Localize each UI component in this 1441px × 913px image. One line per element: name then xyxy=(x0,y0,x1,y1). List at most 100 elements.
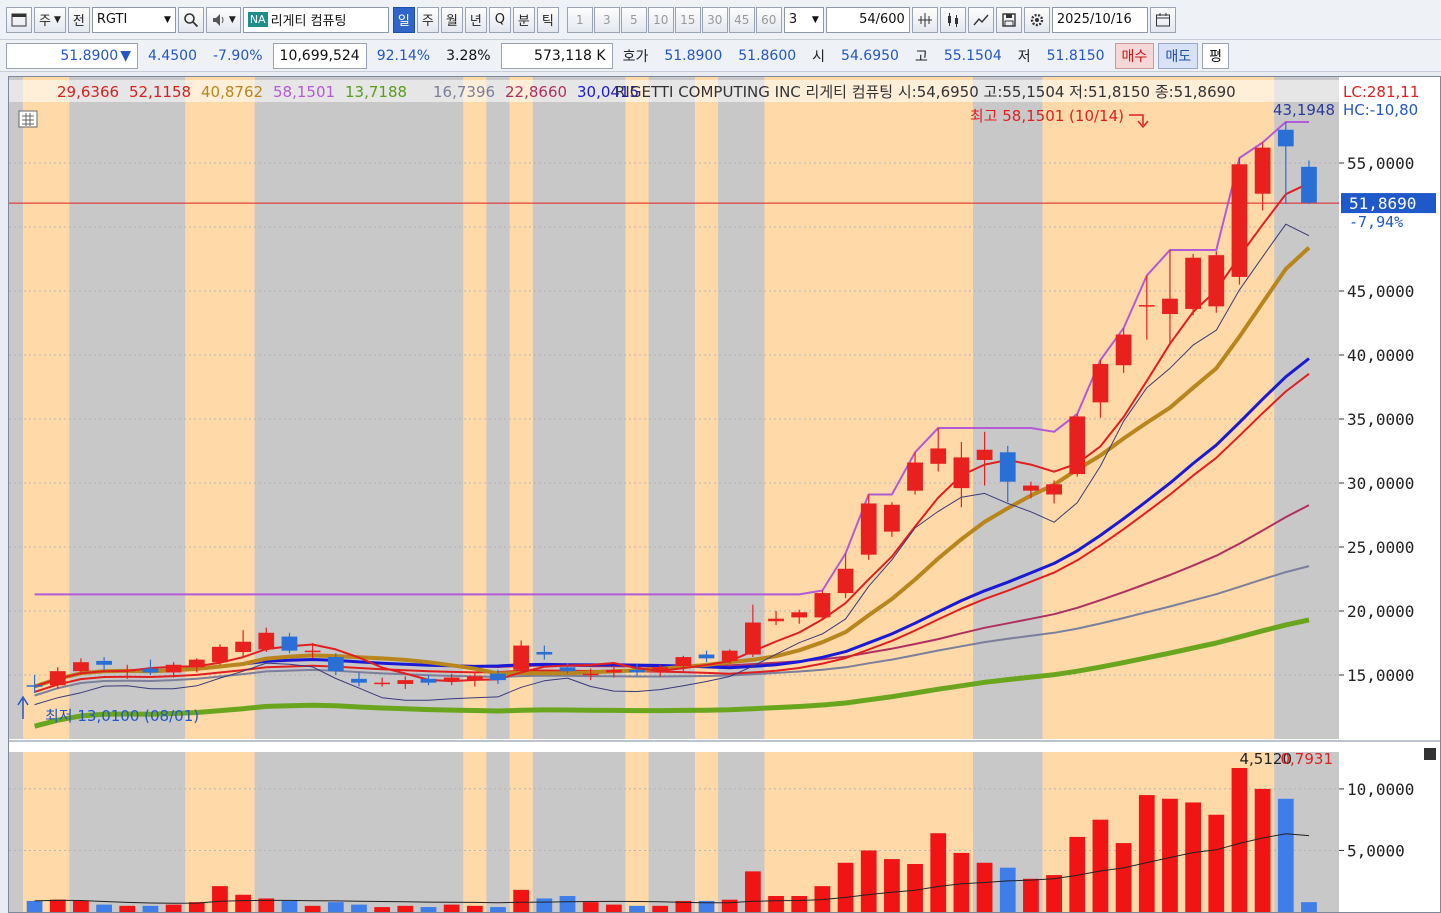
volume-bar xyxy=(142,905,159,912)
volume-bar xyxy=(420,907,437,912)
candle-body xyxy=(629,669,645,673)
price-change-pct: -7.90% xyxy=(213,47,263,64)
minute-button[interactable]: 45 xyxy=(728,6,755,33)
candle-type-button[interactable] xyxy=(939,6,966,33)
volume-bar xyxy=(745,871,761,912)
minute-button[interactable]: 5 xyxy=(620,6,647,33)
minute-button[interactable]: 3 xyxy=(593,6,620,33)
ask-price: 51.8900 xyxy=(664,47,723,64)
period-button[interactable]: Q xyxy=(488,6,511,33)
market-select[interactable]: 주 ▼ xyxy=(34,6,66,33)
exchange-badge: NA xyxy=(247,12,268,27)
sound-button[interactable]: ▼ xyxy=(205,6,241,33)
mode-button[interactable]: 전 xyxy=(67,6,90,33)
turnover-rate: 3.28% xyxy=(446,47,491,64)
drawing-tool-button[interactable] xyxy=(967,6,994,33)
session-band xyxy=(694,77,719,912)
panel-close-icon xyxy=(1424,748,1436,760)
volume-bar xyxy=(930,833,947,912)
bid-price: 51.8600 xyxy=(738,47,797,64)
candle-body xyxy=(675,657,692,667)
minute-button[interactable]: 15 xyxy=(674,6,701,33)
stock-chart[interactable]: 15,0000 20,0000 25,0000 30,0000 35,0000 40,00… xyxy=(9,77,1440,912)
minute-button[interactable]: 10 xyxy=(647,6,674,33)
volume-bar xyxy=(559,896,576,912)
period-button[interactable]: 틱 xyxy=(536,6,559,33)
search-icon xyxy=(184,12,199,27)
period-button[interactable]: 분 xyxy=(512,6,535,33)
calendar-button[interactable] xyxy=(1149,6,1176,33)
candle-body xyxy=(721,650,738,661)
period-button[interactable]: 년 xyxy=(464,6,487,33)
chevron-down-icon: ▼ xyxy=(228,14,236,25)
candle-body xyxy=(119,669,136,672)
period-button[interactable]: 일 xyxy=(392,6,415,33)
down-arrow-icon: ▼ xyxy=(120,47,131,64)
settings-button[interactable] xyxy=(1023,6,1050,33)
right-value-label: 43,1948 xyxy=(1273,101,1335,119)
volume-tick-label: 5,0000 xyxy=(1347,841,1405,860)
market-label: 주 xyxy=(39,14,51,29)
candle-body xyxy=(1046,484,1062,495)
price-change: 4.4500 xyxy=(148,47,197,64)
calendar-icon xyxy=(1155,12,1170,26)
volume-bar xyxy=(629,905,645,912)
candle-body xyxy=(304,650,321,653)
volume-bar xyxy=(327,902,344,912)
candle-body xyxy=(1092,363,1109,403)
crosshair-icon xyxy=(917,12,932,27)
crosshair-button[interactable] xyxy=(911,6,938,33)
session-band xyxy=(463,77,487,912)
candle-body xyxy=(1185,257,1201,309)
current-price-value: 51,8690 xyxy=(1349,194,1416,213)
volume-bar xyxy=(281,900,298,912)
minute-button[interactable]: 1 xyxy=(566,6,593,33)
candle-body xyxy=(1162,298,1178,315)
buy-button[interactable]: 매수 xyxy=(1114,42,1155,69)
save-button[interactable] xyxy=(995,6,1022,33)
chart-area[interactable]: 15,0000 20,0000 25,0000 30,0000 35,0000 40,00… xyxy=(8,76,1441,913)
price-tick-label: 55,0000 xyxy=(1347,154,1414,173)
volume-bar xyxy=(721,899,738,912)
period-button[interactable]: 월 xyxy=(440,6,463,33)
stock-code-input[interactable]: RGTI ▼ xyxy=(91,6,176,33)
stock-code-value: RGTI xyxy=(96,12,128,27)
volume-bar xyxy=(976,862,993,912)
candle-body xyxy=(235,641,251,652)
search-button[interactable] xyxy=(177,6,204,33)
volume-bar xyxy=(490,907,506,912)
candle-body xyxy=(930,448,947,464)
custom-minute-select[interactable]: 3 ▼ xyxy=(783,6,824,33)
candle-body xyxy=(142,668,159,673)
minute-button[interactable]: 60 xyxy=(755,6,782,33)
period-button[interactable]: 주 xyxy=(416,6,439,33)
volume-bar xyxy=(791,896,808,912)
candle-body xyxy=(351,678,367,683)
candle-body xyxy=(837,568,854,594)
average-button[interactable]: 평 xyxy=(1202,42,1229,69)
volume-bar xyxy=(1185,802,1201,912)
volume-bar xyxy=(1301,902,1317,912)
candle-body xyxy=(327,657,344,672)
grid-toggle-icon xyxy=(18,110,38,128)
save-icon xyxy=(1002,12,1016,27)
chart-window-icon[interactable] xyxy=(6,6,32,33)
sell-button[interactable]: 매도 xyxy=(1158,42,1199,69)
candle-body xyxy=(490,673,506,681)
date-input[interactable]: 2025/10/16 xyxy=(1051,6,1148,33)
candle-body xyxy=(1277,129,1294,147)
candle-count-input[interactable]: 54/600 xyxy=(825,6,910,33)
candle-body xyxy=(1301,166,1317,203)
minute-button[interactable]: 30 xyxy=(701,6,728,33)
ma-value-label: 29,6366 xyxy=(57,83,119,101)
volume-bar xyxy=(582,902,599,912)
price-tick-label: 25,0000 xyxy=(1347,538,1414,557)
candle-body xyxy=(652,667,669,670)
volume-bar xyxy=(212,886,228,912)
low-price: 51.8150 xyxy=(1046,47,1105,64)
candle-body xyxy=(791,612,808,618)
volume-bar xyxy=(374,907,391,912)
candle-body xyxy=(466,676,483,681)
candle-body xyxy=(73,662,89,672)
lc-label: LC:281,11 xyxy=(1343,83,1419,101)
